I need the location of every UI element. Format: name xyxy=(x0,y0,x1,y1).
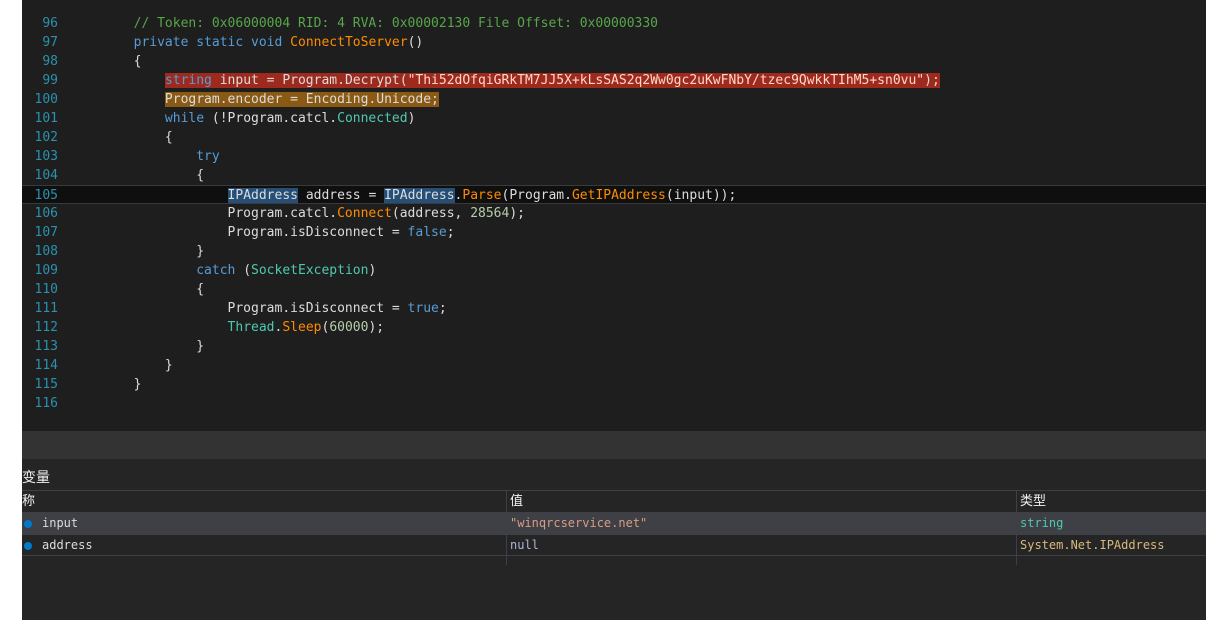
panel-splitter[interactable] xyxy=(22,431,1206,459)
code-line-112[interactable]: 112 Thread.Sleep(60000); xyxy=(22,318,1206,337)
line-code: } xyxy=(71,358,173,373)
line-code: Program.catcl.Connect(address, 28564); xyxy=(71,206,525,221)
variable-name: input xyxy=(42,516,79,530)
line-code: try xyxy=(196,149,220,164)
line-code: } xyxy=(71,377,142,392)
line-number: 109 xyxy=(34,263,58,278)
line-number: 107 xyxy=(34,225,58,240)
line-number: 108 xyxy=(34,244,58,259)
variable-icon xyxy=(24,542,32,550)
variable-value[interactable]: "winqrcservice.net" xyxy=(510,515,647,532)
column-header-type[interactable]: 类型 xyxy=(1020,493,1046,511)
code-line-99[interactable]: 99 string input = Program.Decrypt("Thi52… xyxy=(22,71,1206,90)
line-code: private static void ConnectToServer() xyxy=(133,35,424,50)
locals-header-row: 称 值 类型 xyxy=(22,490,1206,512)
line-number: 112 xyxy=(34,320,58,335)
code-line-108[interactable]: 108 } xyxy=(22,242,1206,261)
line-code: { xyxy=(71,282,205,297)
locals-title: 变量 xyxy=(22,470,50,486)
code-line-116[interactable]: 116 xyxy=(22,394,1206,413)
code-line-103[interactable]: 103 try xyxy=(22,147,1206,166)
variable-type: System.Net.IPAddress xyxy=(1020,538,1165,552)
line-number: 96 xyxy=(42,16,58,31)
code-line-113[interactable]: 113 } xyxy=(22,337,1206,356)
line-number: 114 xyxy=(34,358,58,373)
line-code: { xyxy=(71,54,142,69)
column-header-name[interactable]: 称 xyxy=(22,493,35,511)
code-line-115[interactable]: 115 } xyxy=(22,375,1206,394)
line-code: catch (SocketException) xyxy=(196,263,377,278)
line-number: 103 xyxy=(34,149,58,164)
code-line-100[interactable]: 100 Program.encoder = Encoding.Unicode; xyxy=(22,90,1206,109)
line-code: } xyxy=(71,244,205,259)
line-number: 100 xyxy=(34,92,58,107)
code-line-109[interactable]: 109 catch (SocketException) xyxy=(22,261,1206,280)
line-code: IPAddress address = IPAddress.Parse(Prog… xyxy=(227,188,737,203)
line-code: } xyxy=(71,339,205,354)
column-divider[interactable] xyxy=(506,490,507,565)
variable-value[interactable]: null xyxy=(510,537,539,554)
column-header-value[interactable]: 值 xyxy=(510,493,523,511)
line-number: 106 xyxy=(34,206,58,221)
line-number: 111 xyxy=(34,301,58,316)
line-number: 116 xyxy=(34,396,58,411)
line-code: Program.encoder = Encoding.Unicode; xyxy=(164,92,439,107)
line-code: Thread.Sleep(60000); xyxy=(227,320,385,335)
line-number: 110 xyxy=(34,282,58,297)
locals-row-input[interactable]: input "winqrcservice.net" string xyxy=(22,512,1206,534)
variable-type: string xyxy=(1020,516,1064,530)
line-code: Program.isDisconnect = false; xyxy=(71,225,455,240)
code-editor[interactable]: 96 // Token: 0x06000004 RID: 4 RVA: 0x00… xyxy=(22,0,1206,431)
line-number: 97 xyxy=(42,35,58,50)
code-line-101[interactable]: 101 while (!Program.catcl.Connected) xyxy=(22,109,1206,128)
code-line-114[interactable]: 114 } xyxy=(22,356,1206,375)
code-line-110[interactable]: 110 { xyxy=(22,280,1206,299)
locals-panel: 变量 称 值 类型 input "winqrcservice.net" stri… xyxy=(22,459,1206,620)
line-code: // Token: 0x06000004 RID: 4 RVA: 0x00002… xyxy=(133,16,659,31)
line-number: 113 xyxy=(34,339,58,354)
line-number: 101 xyxy=(34,111,58,126)
column-divider[interactable] xyxy=(1016,490,1017,565)
line-code: { xyxy=(71,168,205,183)
code-line-111[interactable]: 111 Program.isDisconnect = true; xyxy=(22,299,1206,318)
variable-name: address xyxy=(42,538,93,552)
line-number: 104 xyxy=(34,168,58,183)
code-line-106[interactable]: 106 Program.catcl.Connect(address, 28564… xyxy=(22,204,1206,223)
line-code: string input = Program.Decrypt("Thi52dOf… xyxy=(164,73,940,88)
line-number: 102 xyxy=(34,130,58,145)
line-number: 99 xyxy=(42,73,58,88)
line-code: { xyxy=(71,130,173,145)
code-line-102[interactable]: 102 { xyxy=(22,128,1206,147)
line-code: while (!Program.catcl.Connected) xyxy=(164,111,416,126)
line-number: 115 xyxy=(34,377,58,392)
line-code: Program.isDisconnect = true; xyxy=(71,301,447,316)
code-line-105[interactable]: 105 IPAddress address = IPAddress.Parse(… xyxy=(22,185,1206,204)
code-line-107[interactable]: 107 Program.isDisconnect = false; xyxy=(22,223,1206,242)
line-number: 105 xyxy=(34,188,58,203)
line-number: 98 xyxy=(42,54,58,69)
locals-row-address[interactable]: address null System.Net.IPAddress xyxy=(22,534,1206,556)
code-line-96[interactable]: 96 // Token: 0x06000004 RID: 4 RVA: 0x00… xyxy=(22,14,1206,33)
code-line-98[interactable]: 98 { xyxy=(22,52,1206,71)
code-line-97[interactable]: 97 private static void ConnectToServer() xyxy=(22,33,1206,52)
code-line-104[interactable]: 104 { xyxy=(22,166,1206,185)
variable-icon xyxy=(24,520,32,528)
